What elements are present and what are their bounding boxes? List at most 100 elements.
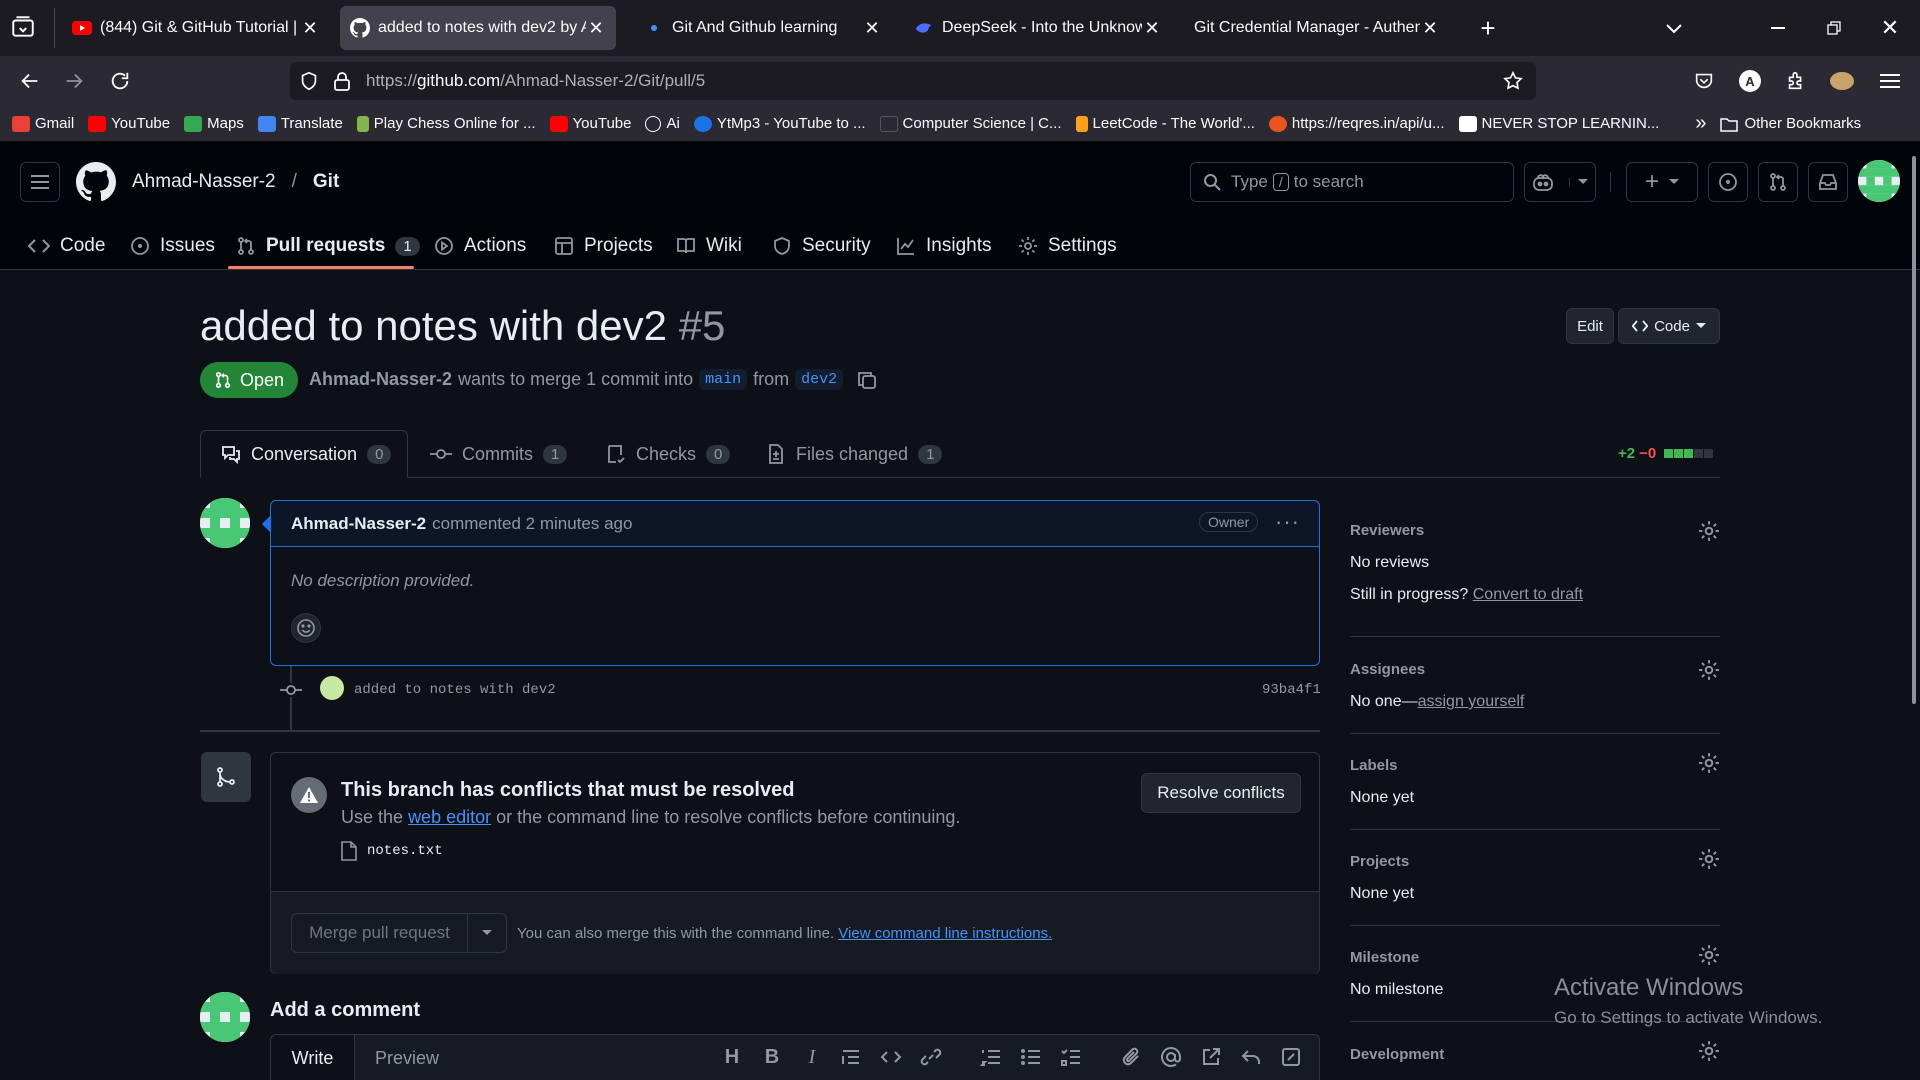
bookmark-item[interactable]: Gmail: [12, 115, 74, 132]
bookmarks-overflow-icon[interactable]: »: [1695, 112, 1706, 135]
github-logo-icon[interactable]: [76, 162, 116, 202]
tab-overview-icon[interactable]: [10, 14, 40, 42]
convert-to-draft-link[interactable]: Convert to draft: [1473, 586, 1583, 603]
bookmark-item[interactable]: YtMp3 - YouTube to ...: [693, 115, 866, 132]
preview-tab[interactable]: Preview: [355, 1035, 459, 1080]
restore-icon[interactable]: [1818, 12, 1850, 44]
account-icon[interactable]: A: [1734, 65, 1766, 97]
link-icon[interactable]: [920, 1046, 944, 1070]
user-avatar[interactable]: [1858, 160, 1900, 202]
bookmark-item[interactable]: LeetCode - The World'...: [1075, 115, 1255, 132]
tab-insights[interactable]: Insights: [896, 226, 991, 266]
command-line-instructions-link[interactable]: View command line instructions.: [838, 925, 1052, 942]
quote-icon[interactable]: [840, 1046, 864, 1070]
bookmark-item[interactable]: NEVER STOP LEARNIN...: [1458, 115, 1659, 132]
forward-arrow-icon[interactable]: [58, 65, 90, 97]
merge-pull-request-button[interactable]: Merge pull request: [292, 914, 468, 952]
close-icon[interactable]: ✕: [1420, 18, 1440, 39]
bookmark-item[interactable]: Ai: [645, 115, 680, 132]
commit-author-avatar[interactable]: [320, 676, 344, 700]
tab-checks[interactable]: Checks 0: [606, 430, 731, 478]
tab-actions[interactable]: Actions: [434, 226, 526, 266]
tab-security[interactable]: Security: [772, 226, 871, 266]
close-icon[interactable]: ✕: [300, 18, 320, 39]
code-icon[interactable]: [880, 1046, 904, 1070]
commit-message[interactable]: added to notes with dev2: [354, 682, 556, 698]
gear-icon[interactable]: [1698, 848, 1720, 870]
head-branch[interactable]: dev2: [795, 369, 844, 390]
pull-requests-button[interactable]: [1758, 162, 1798, 202]
gear-icon[interactable]: [1698, 520, 1720, 542]
attach-icon[interactable]: [1120, 1046, 1144, 1070]
tab-code[interactable]: Code: [28, 226, 105, 266]
owner-link[interactable]: Ahmad-Nasser-2: [132, 171, 276, 193]
kebab-menu-icon[interactable]: ···: [1275, 509, 1300, 535]
bookmark-item[interactable]: https://reqres.in/api/u...: [1268, 115, 1445, 132]
current-user-avatar[interactable]: [200, 992, 250, 1042]
numbered-list-icon[interactable]: [980, 1046, 1004, 1070]
browser-tab-credential-manager[interactable]: Git Credential Manager - Authentica ✕: [1184, 6, 1450, 50]
tab-commits[interactable]: Commits 1: [430, 430, 568, 478]
inbox-button[interactable]: [1808, 162, 1848, 202]
bookmark-item[interactable]: Translate: [257, 115, 343, 132]
code-button[interactable]: Code: [1618, 308, 1720, 344]
cross-reference-icon[interactable]: [1200, 1046, 1224, 1070]
chevron-down-icon[interactable]: [1568, 178, 1588, 186]
create-new-button[interactable]: +: [1626, 162, 1698, 202]
browser-tab-git-learning[interactable]: Git And Github learning ✕: [634, 6, 892, 50]
commit-sha[interactable]: 93ba4f1: [1262, 682, 1321, 698]
copilot-button[interactable]: [1524, 162, 1596, 202]
web-editor-link[interactable]: web editor: [408, 807, 491, 827]
task-list-icon[interactable]: [1060, 1046, 1084, 1070]
edit-button[interactable]: Edit: [1566, 308, 1614, 344]
close-icon[interactable]: ✕: [862, 18, 882, 39]
bookmark-item[interactable]: Computer Science | C...: [879, 115, 1062, 132]
gear-icon[interactable]: [1698, 659, 1720, 681]
tab-issues[interactable]: Issues: [130, 226, 215, 266]
issues-button[interactable]: [1708, 162, 1748, 202]
hamburger-menu-button[interactable]: [20, 162, 60, 202]
pocket-icon[interactable]: [1688, 65, 1720, 97]
merge-options-button[interactable]: [468, 914, 506, 952]
extension-avatar-icon[interactable]: [1826, 65, 1858, 97]
bookmark-item[interactable]: Maps: [184, 115, 244, 132]
comment-author[interactable]: Ahmad-Nasser-2: [291, 514, 426, 534]
gear-icon[interactable]: [1698, 1040, 1720, 1062]
bookmark-star-icon[interactable]: [1502, 70, 1524, 92]
bookmark-item[interactable]: YouTube: [549, 115, 631, 132]
author-link[interactable]: Ahmad-Nasser-2: [309, 369, 452, 390]
shield-icon[interactable]: [298, 70, 320, 92]
copy-icon[interactable]: [857, 370, 877, 390]
reload-icon[interactable]: [104, 65, 136, 97]
minimize-icon[interactable]: [1762, 12, 1794, 44]
mention-icon[interactable]: [1160, 1046, 1184, 1070]
lock-icon[interactable]: [332, 70, 352, 92]
tab-list-chevron-icon[interactable]: [1658, 12, 1690, 44]
url-bar[interactable]: https://github.com/Ahmad-Nasser-2/Git/pu…: [290, 62, 1536, 100]
bookmark-item[interactable]: YouTube: [88, 115, 170, 132]
search-input[interactable]: Type / to search: [1190, 162, 1514, 202]
gear-icon[interactable]: [1698, 752, 1720, 774]
other-bookmarks[interactable]: Other Bookmarks: [1720, 115, 1861, 132]
bullet-list-icon[interactable]: [1020, 1046, 1044, 1070]
repo-link[interactable]: Git: [313, 171, 339, 193]
bold-icon[interactable]: B: [760, 1046, 784, 1070]
italic-icon[interactable]: I: [800, 1046, 824, 1070]
fullscreen-icon[interactable]: [1280, 1046, 1304, 1070]
browser-tab-deepseek[interactable]: DeepSeek - Into the Unknown ✕: [904, 6, 1172, 50]
tab-conversation[interactable]: Conversation 0: [200, 430, 408, 478]
tab-pull-requests[interactable]: Pull requests 1: [236, 226, 420, 266]
gear-icon[interactable]: [1698, 944, 1720, 966]
comment-author-avatar[interactable]: [200, 498, 250, 548]
reply-icon[interactable]: [1240, 1046, 1264, 1070]
page-scrollbar[interactable]: [1912, 156, 1916, 704]
tab-wiki[interactable]: Wiki: [676, 226, 742, 266]
tab-projects[interactable]: Projects: [554, 226, 653, 266]
browser-tab-youtube[interactable]: (844) Git & GitHub Tutorial | Vis ✕: [62, 6, 330, 50]
extensions-icon[interactable]: [1780, 65, 1812, 97]
heading-icon[interactable]: H: [720, 1046, 744, 1070]
add-reaction-button[interactable]: [291, 613, 321, 643]
window-close-icon[interactable]: ✕: [1874, 12, 1906, 44]
back-arrow-icon[interactable]: [14, 65, 46, 97]
new-tab-icon[interactable]: +: [1472, 12, 1504, 44]
